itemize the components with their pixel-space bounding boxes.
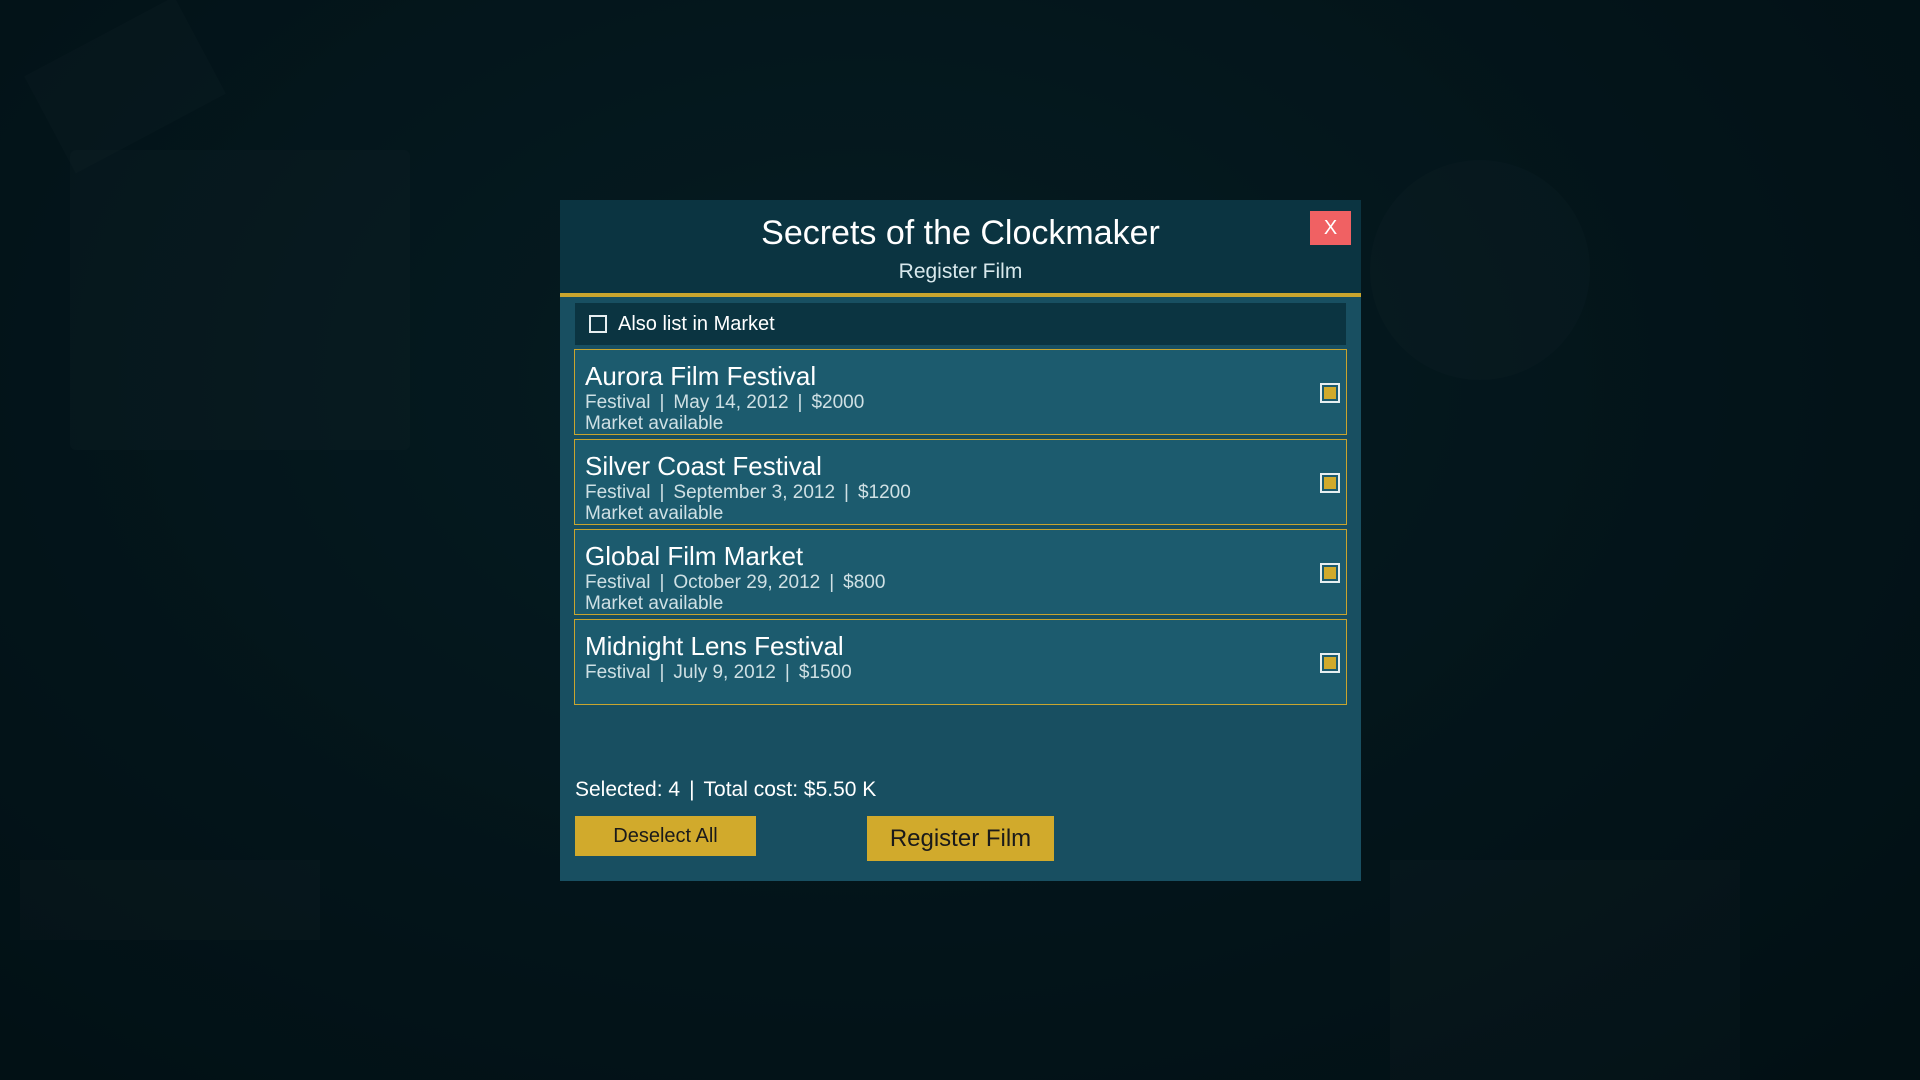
separator: | — [659, 482, 665, 503]
market-checkbox[interactable] — [589, 315, 607, 333]
festival-item[interactable]: Midnight Lens Festival Festival | July 9, … — [574, 619, 1347, 705]
deselect-all-button[interactable]: Deselect All — [575, 816, 756, 856]
festival-type: Festival — [585, 662, 651, 683]
close-button[interactable]: X — [1310, 211, 1351, 245]
separator: | — [659, 392, 665, 413]
dialog-subtitle: Register Film — [898, 260, 1023, 283]
market-option-label: Also list in Market — [618, 312, 775, 335]
festival-details: Festival | October 29, 2012 | $800 — [585, 572, 885, 594]
festival-type: Festival — [585, 572, 651, 593]
festival-checkbox[interactable] — [1320, 473, 1340, 493]
festival-date: September 3, 2012 — [673, 482, 836, 503]
separator: | — [844, 482, 849, 503]
festival-list: Aurora Film Festival Festival | May 14, 20… — [574, 349, 1347, 709]
festival-date: May 14, 2012 — [673, 392, 789, 413]
festival-type: Festival — [585, 392, 651, 413]
separator: | — [829, 572, 835, 593]
dialog-header: Secrets of the Clockmaker Register Film … — [560, 200, 1361, 297]
total-cost: Total cost: $5.50 K — [703, 778, 877, 801]
separator: | — [659, 572, 665, 593]
festival-name: Silver Coast Festival — [585, 451, 822, 481]
also-list-in-market-option[interactable]: Also list in Market — [575, 303, 1346, 345]
festival-status: Market available — [585, 413, 724, 434]
separator: | — [784, 662, 790, 683]
register-film-button[interactable]: Register Film — [867, 816, 1054, 861]
separator: | — [797, 392, 803, 413]
festival-details: Festival | September 3, 2012 | $1200 — [585, 482, 911, 504]
festival-date: July 9, 2012 — [673, 662, 776, 683]
festival-item[interactable]: Aurora Film Festival Festival | May 14, 20… — [574, 349, 1347, 435]
festival-name: Aurora Film Festival — [585, 361, 817, 391]
festival-details: Festival | July 9, 2012 | $1500 — [585, 662, 852, 684]
selection-summary: Selected: 4 | Total cost: $5.50 K — [575, 778, 876, 802]
festival-cost: $1200 — [857, 482, 911, 503]
separator: | — [689, 778, 695, 801]
festival-item[interactable]: Global Film Market Festival | October 29, … — [574, 529, 1347, 615]
festival-cost: $800 — [843, 572, 886, 593]
festival-cost: $1500 — [798, 662, 852, 683]
festival-checkbox[interactable] — [1320, 563, 1340, 583]
dialog-title: Secrets of the Clockmaker — [761, 214, 1160, 252]
festival-checkbox[interactable] — [1320, 383, 1340, 403]
festival-checkbox[interactable] — [1320, 653, 1340, 673]
festival-name: Midnight Lens Festival — [585, 631, 844, 661]
separator: | — [659, 662, 665, 683]
festival-item[interactable]: Silver Coast Festival Festival | September… — [574, 439, 1347, 525]
festival-cost: $2000 — [811, 392, 865, 413]
festival-status: Market available — [585, 503, 724, 524]
festival-name: Global Film Market — [585, 541, 804, 571]
festival-status: Market available — [585, 593, 724, 614]
selected-count: Selected: 4 — [575, 778, 681, 801]
festival-date: October 29, 2012 — [673, 572, 821, 593]
festival-type: Festival — [585, 482, 651, 503]
festival-details: Festival | May 14, 2012 | $2000 — [585, 392, 864, 414]
register-film-dialog: Secrets of the Clockmaker Register Film … — [560, 200, 1361, 881]
